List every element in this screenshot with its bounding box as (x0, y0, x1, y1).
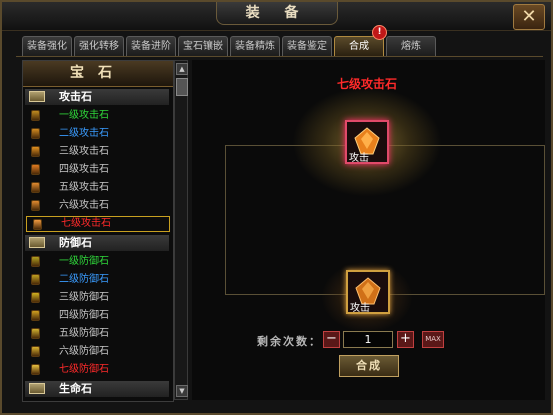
tab-refine[interactable]: 装备精炼 (230, 36, 280, 56)
gem-list-item[interactable]: 一级防御石 (25, 254, 169, 270)
equipment-window: 装 备 ✕ 装备强化 强化转移 装备进阶 宝石镶嵌 装备精炼 装备鉴定 合成 !… (0, 0, 553, 415)
gem-category-label: 攻击石 (59, 90, 92, 103)
gem-list-item[interactable]: 六级防御石 (25, 344, 169, 360)
gem-list-item[interactable]: 二级攻击石 (25, 126, 169, 142)
gem-category[interactable]: 生命石 (25, 381, 169, 397)
gem-item-label: 四级攻击石 (59, 164, 109, 175)
tab-enhance-transfer[interactable]: 强化转移 (74, 36, 124, 56)
gem-item-label: 三级攻击石 (59, 146, 109, 157)
alert-badge-icon: ! (372, 25, 387, 40)
gem-category-label: 防御石 (59, 236, 92, 249)
gem-list-item[interactable]: 六级攻击石 (25, 198, 169, 214)
category-icon (29, 91, 45, 102)
gem-icon (31, 310, 40, 321)
title-bar: 装 备 ✕ (2, 2, 551, 31)
gem-icon (33, 219, 42, 230)
gem-list-item[interactable]: 一级生命石 (25, 400, 169, 402)
gem-category[interactable]: 攻击石 (25, 89, 169, 105)
source-slot-label: 攻击 (350, 303, 370, 314)
scroll-down-icon[interactable]: ▼ (176, 385, 188, 397)
gem-list-item[interactable]: 二级防御石 (25, 272, 169, 288)
gem-icon (31, 364, 40, 375)
tab-gem-inlay[interactable]: 宝石镶嵌 (178, 36, 228, 56)
gem-list-header: 宝石 (23, 61, 173, 87)
gem-icon (31, 328, 40, 339)
close-button[interactable]: ✕ (513, 4, 545, 30)
category-icon (29, 237, 45, 248)
gem-list-item[interactable]: 三级防御石 (25, 290, 169, 306)
gem-item-label: 六级攻击石 (59, 200, 109, 211)
gem-list-item[interactable]: 四级防御石 (25, 308, 169, 324)
window-title: 装 备 (216, 2, 338, 25)
scroll-up-icon[interactable]: ▲ (176, 63, 188, 75)
gem-icon (31, 346, 40, 357)
gem-item-label: 一级防御石 (59, 256, 109, 267)
result-name: 七级攻击石 (336, 77, 397, 91)
gem-list-item[interactable]: 七级防御石 (25, 362, 169, 378)
gem-item-label: 一级攻击石 (59, 110, 109, 121)
count-field[interactable]: 1 (343, 331, 393, 348)
gem-icon (31, 128, 40, 139)
gem-list-item[interactable]: 四级攻击石 (25, 162, 169, 178)
gem-icon (31, 164, 40, 175)
gem-icon (31, 292, 40, 303)
gem-list-item[interactable]: 五级防御石 (25, 326, 169, 342)
remaining-count-label: 剩余次数： (257, 335, 322, 348)
compose-button[interactable]: 合成 (339, 355, 399, 377)
gem-list-scrollbar[interactable]: ▲ ▼ (174, 60, 188, 400)
gem-item-label: 六级防御石 (59, 346, 109, 357)
gem-category-label: 生命石 (59, 382, 92, 395)
gem-icon (31, 200, 40, 211)
gem-item-label: 二级攻击石 (59, 128, 109, 139)
close-icon: ✕ (521, 6, 537, 27)
gem-icon (31, 256, 40, 267)
tab-enhance[interactable]: 装备强化 (22, 36, 72, 56)
scroll-thumb[interactable] (176, 78, 188, 96)
gem-list-item[interactable]: 一级攻击石 (25, 108, 169, 124)
tab-advance[interactable]: 装备进阶 (126, 36, 176, 56)
category-icon (29, 383, 45, 394)
gem-icon (31, 274, 40, 285)
gem-list-panel: 宝石 攻击石一级攻击石二级攻击石三级攻击石四级攻击石五级攻击石六级攻击石七级攻击… (22, 60, 174, 402)
max-button[interactable]: MAX (422, 331, 444, 348)
source-slot[interactable]: 攻击 (346, 270, 390, 314)
gem-icon (31, 146, 40, 157)
gem-item-label: 一级生命石 (59, 401, 109, 402)
gem-item-label: 二级防御石 (59, 274, 109, 285)
result-slot-label: 攻击 (349, 153, 369, 164)
decrease-button[interactable]: − (323, 331, 340, 348)
gem-category[interactable]: 防御石 (25, 235, 169, 251)
gem-item-label: 五级攻击石 (59, 182, 109, 193)
tab-compose-label: 合成 (349, 41, 369, 52)
gem-icon (31, 182, 40, 193)
gem-list-item[interactable]: 五级攻击石 (25, 180, 169, 196)
tab-identify[interactable]: 装备鉴定 (282, 36, 332, 56)
tab-smelt[interactable]: 熔炼 (386, 36, 436, 56)
tab-divider (16, 56, 543, 57)
result-slot[interactable]: 攻击 (345, 120, 389, 164)
gem-item-label: 三级防御石 (59, 292, 109, 303)
tab-compose[interactable]: 合成 ! (334, 25, 387, 56)
gem-list-item[interactable]: 七级攻击石 (26, 216, 170, 232)
gem-item-label: 五级防御石 (59, 328, 109, 339)
gem-list-item[interactable]: 三级攻击石 (25, 144, 169, 160)
gem-item-label: 七级防御石 (59, 364, 109, 375)
increase-button[interactable]: + (397, 331, 414, 348)
gem-icon (31, 110, 40, 121)
gem-item-label: 七级攻击石 (61, 218, 111, 229)
gem-item-label: 四级防御石 (59, 310, 109, 321)
